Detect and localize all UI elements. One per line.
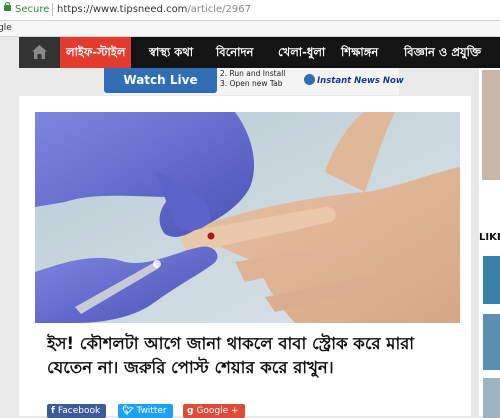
facebook-icon: f bbox=[51, 406, 55, 416]
sidebar-thumbnail[interactable] bbox=[483, 378, 500, 418]
nav-item-health[interactable]: স্বাস্থ্য কথা bbox=[149, 37, 193, 68]
article-card: ইস! কৌশলটা আগে জানা থাকলে বাবা স্ট্রোক ক… bbox=[19, 96, 471, 418]
bookmarks-bar: gle bbox=[0, 21, 500, 37]
nav-item-lifestyle[interactable]: লাইফ-স্টাইল bbox=[60, 37, 132, 68]
site-nav: লাইফ-স্টাইল স্বাস্থ্য কথা বিনোদন খেলা-ধু… bbox=[19, 37, 500, 68]
ad-steps: 2. Run and Install 3. Open new Tab bbox=[220, 69, 285, 89]
divider bbox=[52, 3, 53, 16]
share-facebook-label: Facebook bbox=[57, 406, 101, 416]
twitter-icon: 🐦︎ bbox=[122, 406, 134, 416]
secure-label: Secure bbox=[15, 4, 50, 15]
finger-prick-photo bbox=[35, 112, 460, 323]
url-path: /article/2967 bbox=[187, 4, 251, 15]
ad-banner[interactable]: Watch Live 2. Run and Install 3. Open ne… bbox=[104, 68, 404, 95]
ad-step-2: 2. Run and Install bbox=[220, 69, 286, 78]
watch-live-button[interactable]: Watch Live bbox=[104, 68, 217, 93]
home-button[interactable] bbox=[19, 37, 60, 68]
sidebar-thumbnail[interactable] bbox=[483, 314, 500, 370]
nav-item-education[interactable]: শিক্ষাঙ্গন bbox=[341, 37, 378, 68]
right-sidebar: LIKE O bbox=[479, 68, 500, 418]
sidebar-heading: LIKE O bbox=[479, 232, 500, 243]
sidebar-thumbnail[interactable] bbox=[483, 256, 500, 304]
address-bar[interactable]: Secure https://www.tipsneed.com/article/… bbox=[0, 0, 500, 21]
article-headline[interactable]: ইস! কৌশলটা আগে জানা থাকলে বাবা স্ট্রোক ক… bbox=[47, 332, 462, 380]
share-twitter-label: Twitter bbox=[136, 406, 167, 416]
ad-step-3: 3. Open new Tab bbox=[220, 79, 283, 88]
nav-item-entertainment[interactable]: বিনোদন bbox=[216, 37, 253, 68]
url-text[interactable]: https://www.tipsneed.com/article/2967 bbox=[57, 4, 251, 15]
url-host: https://www.tipsneed.com bbox=[57, 4, 188, 15]
globe-icon bbox=[304, 74, 315, 85]
share-google-label: Google + bbox=[196, 406, 239, 416]
nav-item-sports[interactable]: খেলা-ধুলা bbox=[278, 37, 325, 68]
home-icon bbox=[32, 45, 47, 59]
nav-item-science[interactable]: বিজ্ঞান ও প্রযুক্তি bbox=[404, 37, 481, 68]
ad-brand: Instant News Now bbox=[304, 74, 404, 86]
google-plus-icon: g bbox=[187, 406, 194, 416]
lock-icon bbox=[4, 2, 11, 11]
sidebar-thumbnail[interactable] bbox=[482, 70, 500, 180]
ad-brand-text: Instant News Now bbox=[317, 76, 404, 86]
article-image[interactable] bbox=[35, 112, 460, 323]
bookmark-item[interactable]: gle bbox=[0, 23, 12, 33]
